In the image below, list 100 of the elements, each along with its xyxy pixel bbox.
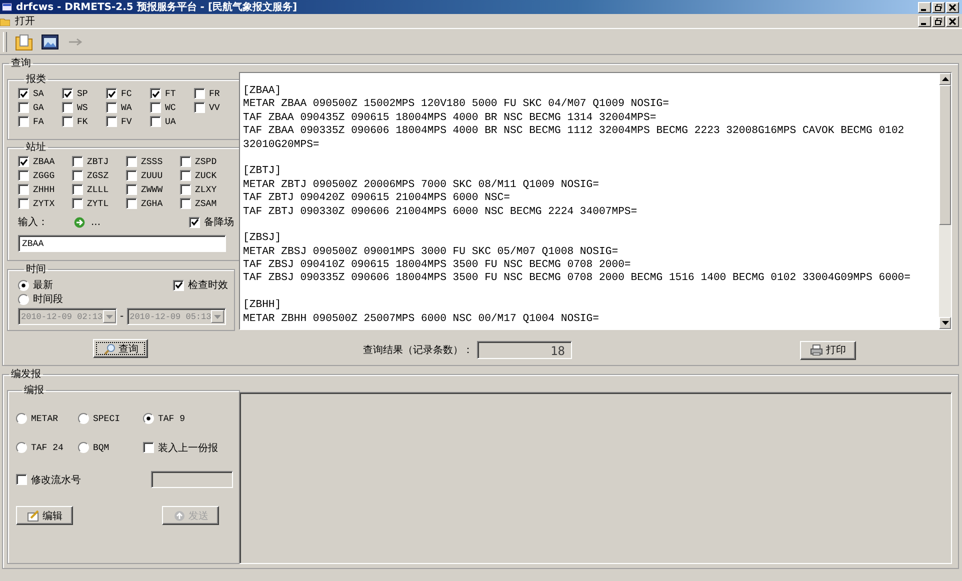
checkbox[interactable] — [150, 88, 161, 99]
minimize-button[interactable] — [918, 16, 931, 26]
checkbox[interactable] — [62, 102, 73, 113]
checkbox-label: 修改流水号 — [31, 474, 81, 486]
checkbox-label: FK — [77, 116, 88, 126]
checkbox[interactable] — [106, 102, 117, 113]
checkbox-label: WS — [77, 102, 88, 112]
checkbox[interactable] — [72, 184, 83, 195]
checkbox[interactable] — [150, 102, 161, 113]
checkbox-label: FT — [165, 88, 176, 98]
scroll-up-icon[interactable] — [942, 77, 948, 81]
pencil-icon — [26, 510, 40, 522]
checkbox[interactable] — [18, 170, 29, 181]
checkbox[interactable] — [194, 102, 205, 113]
checkbox[interactable] — [126, 184, 137, 195]
radio-label: BQM — [93, 442, 110, 452]
radio-button[interactable] — [16, 442, 27, 453]
checkbox[interactable] — [62, 88, 73, 99]
checkbox-label: SP — [77, 88, 88, 98]
checkbox[interactable] — [18, 116, 29, 127]
checkbox[interactable] — [180, 156, 191, 167]
report-line: [ZBAA] — [243, 85, 282, 98]
report-line: TAF ZBSJ 090410Z 090615 18004MPS 3500 FU NSC BECMG 0708 2000= — [243, 259, 632, 272]
close-button[interactable] — [946, 16, 959, 26]
checkbox[interactable] — [194, 88, 205, 99]
radio-button[interactable] — [16, 413, 27, 424]
report-line: [ZBSJ] — [243, 232, 282, 246]
checkbox-label: ZGGG — [33, 170, 55, 180]
station-input[interactable]: ZBAA — [18, 235, 226, 252]
serial-number-field[interactable] — [151, 471, 233, 488]
minimize-button[interactable] — [918, 2, 931, 12]
radio-button[interactable] — [78, 442, 89, 453]
restore-button[interactable] — [932, 16, 945, 26]
scroll-down-icon[interactable] — [942, 321, 948, 325]
checkbox-label: GA — [33, 102, 44, 112]
close-button[interactable] — [946, 2, 959, 12]
edit-button[interactable]: 编辑 — [16, 506, 73, 525]
checkbox[interactable] — [72, 198, 83, 209]
radio-button[interactable] — [143, 413, 154, 424]
checkbox[interactable] — [126, 156, 137, 167]
checkbox-label: 装入上一份报 — [158, 442, 218, 454]
report-line: 32010G20MPS= — [243, 138, 320, 152]
query-button[interactable]: 查询 — [93, 339, 148, 358]
print-button[interactable]: 打印 — [800, 340, 856, 360]
caret-icon — [214, 314, 222, 318]
checkbox-label: UA — [165, 116, 176, 126]
checkbox[interactable] — [72, 156, 83, 167]
checkbox-label: ZYTL — [87, 198, 109, 208]
radio-label: TAF 24 — [31, 442, 64, 452]
checkbox[interactable] — [180, 170, 191, 181]
window-icon[interactable] — [41, 32, 59, 50]
checkbox[interactable] — [180, 184, 191, 195]
scrollbar[interactable] — [939, 73, 951, 329]
group-title: 查询 — [11, 58, 31, 69]
checkbox[interactable] — [180, 198, 191, 209]
checkbox[interactable] — [18, 88, 29, 99]
folder-icon[interactable] — [15, 32, 33, 50]
checkbox[interactable] — [18, 156, 29, 167]
browse-button[interactable]: ... — [91, 216, 101, 228]
checkbox-label: ZSPD — [195, 156, 217, 166]
report-line: METAR ZBAA 090500Z 15002MPS 120V180 5000 FU SKC 04/M07 Q1009 NOSIG= — [243, 98, 670, 112]
checkbox-label: ZGSZ — [87, 170, 109, 180]
checkbox-label: FR — [209, 88, 220, 98]
checkbox-label: 检查时效 — [188, 278, 228, 292]
checkbox-label: FV — [121, 116, 132, 126]
checkbox[interactable] — [126, 170, 137, 181]
restore-button[interactable] — [932, 2, 945, 12]
checkbox[interactable] — [16, 474, 27, 485]
report-line: TAF ZBAA 090435Z 090615 18004MPS 4000 BR NSC BECMG 1314 32004MPS= — [243, 112, 658, 126]
checkbox-label: WA — [121, 102, 132, 112]
checkbox-label: ZGHA — [141, 198, 163, 208]
checkbox[interactable] — [143, 442, 154, 453]
radio-button[interactable] — [78, 413, 89, 424]
radio-label: 最新 — [33, 278, 53, 292]
report-line: [ZBHH] — [243, 299, 282, 313]
checkbox-label: ZSSS — [141, 156, 163, 166]
checkbox[interactable] — [189, 216, 200, 228]
restore-icon — [935, 18, 942, 24]
radio-label: METAR — [31, 414, 58, 424]
report-line: TAF ZBTJ 090420Z 090615 21004MPS 6000 NSC= — [243, 192, 512, 206]
arrow-icon[interactable] — [74, 216, 85, 228]
report-line: METAR ZBSJ 090500Z 09001MPS 3000 FU SKC 05/M07 Q1008 NOSIG= — [243, 246, 620, 260]
group-title: 站址 — [26, 142, 46, 153]
close-icon — [949, 18, 956, 24]
checkbox[interactable] — [106, 116, 117, 127]
close-icon — [949, 4, 956, 10]
checkbox-label: ZHHH — [33, 184, 55, 194]
checkbox[interactable] — [72, 170, 83, 181]
group-title: 时间 — [26, 264, 46, 275]
checkbox-label: ZUCK — [195, 170, 217, 180]
radio-label: SPECI — [93, 414, 120, 424]
checkbox[interactable] — [106, 88, 117, 99]
checkbox[interactable] — [18, 102, 29, 113]
menu-item[interactable]: 打开 — [13, 14, 37, 28]
checkbox[interactable] — [126, 198, 137, 209]
checkbox-label: 备降场 — [204, 216, 234, 229]
checkbox[interactable] — [18, 184, 29, 195]
checkbox[interactable] — [150, 116, 161, 127]
checkbox[interactable] — [62, 116, 73, 127]
checkbox[interactable] — [18, 198, 29, 209]
